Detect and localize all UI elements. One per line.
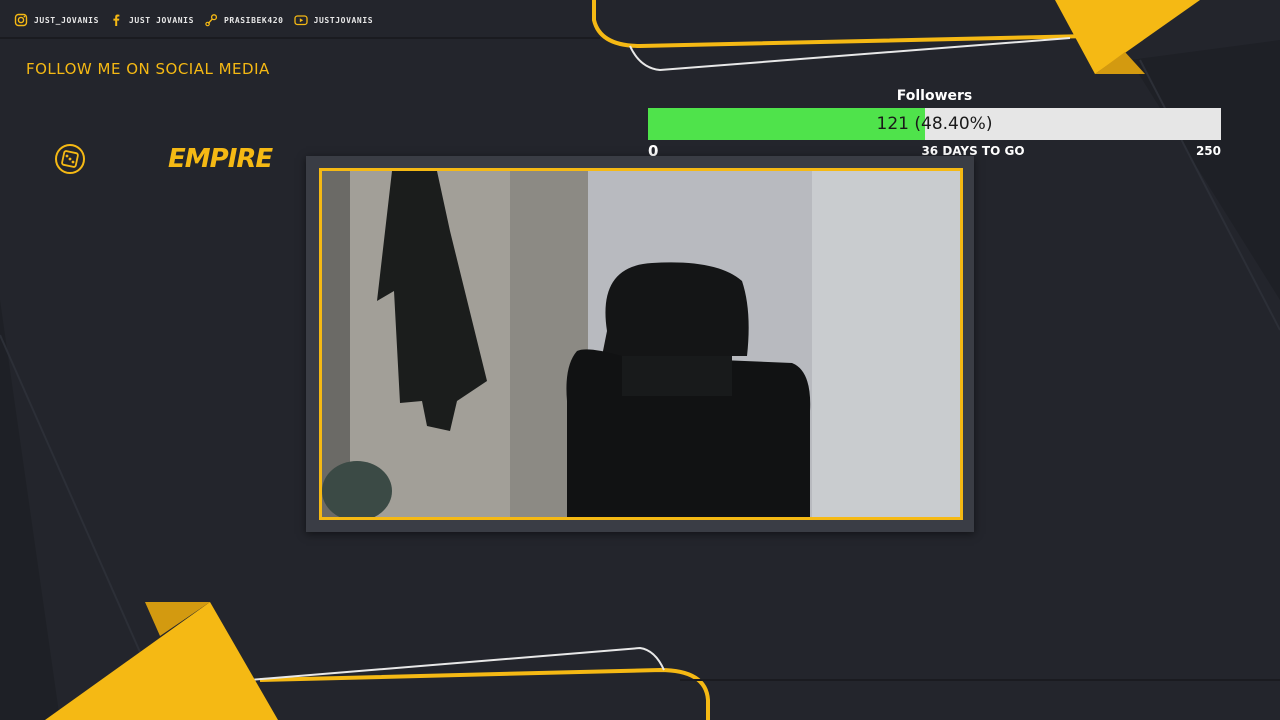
instagram-icon [14,13,28,27]
youtube-icon [293,15,308,26]
webcam-image [322,171,960,517]
goal-max-value: 250 [1195,144,1221,158]
social-handle-instagram: JUST_JOVANIS [34,15,99,25]
logo: EMPIRE [54,142,284,176]
followers-goal: Followers 121 (48.40%) 0 36 DAYS TO GO 2… [648,86,1221,162]
follow-title: FOLLOW ME ON SOCIAL MEDIA [26,60,270,78]
webcam-frame [306,156,974,532]
steam-icon [205,14,218,27]
facebook-icon [113,14,120,26]
social-handle-steam: PRASIBEK420 [224,15,284,25]
webcam-feed [319,168,963,520]
dice-icon [55,144,85,174]
social-item-steam[interactable]: PRASIBEK420 [204,13,284,27]
social-handle-facebook: JUST JOVANIS [129,15,194,25]
goal-title: Followers [896,88,973,104]
social-item-youtube[interactable]: JUSTJOVANIS [293,13,374,27]
social-handle-youtube: JUSTJOVANIS [313,15,374,25]
goal-progress-bar: 121 (48.40%) [648,108,1221,140]
social-item-instagram[interactable]: JUST_JOVANIS [14,13,99,27]
goal-progress-text: 121 (48.40%) [876,114,993,134]
social-item-facebook[interactable]: JUST JOVANIS [109,13,194,27]
logo-text: EMPIRE [168,144,273,174]
social-bar: JUST_JOVANIS JUST JOVANIS PRASIBEK420 JU… [0,0,614,40]
